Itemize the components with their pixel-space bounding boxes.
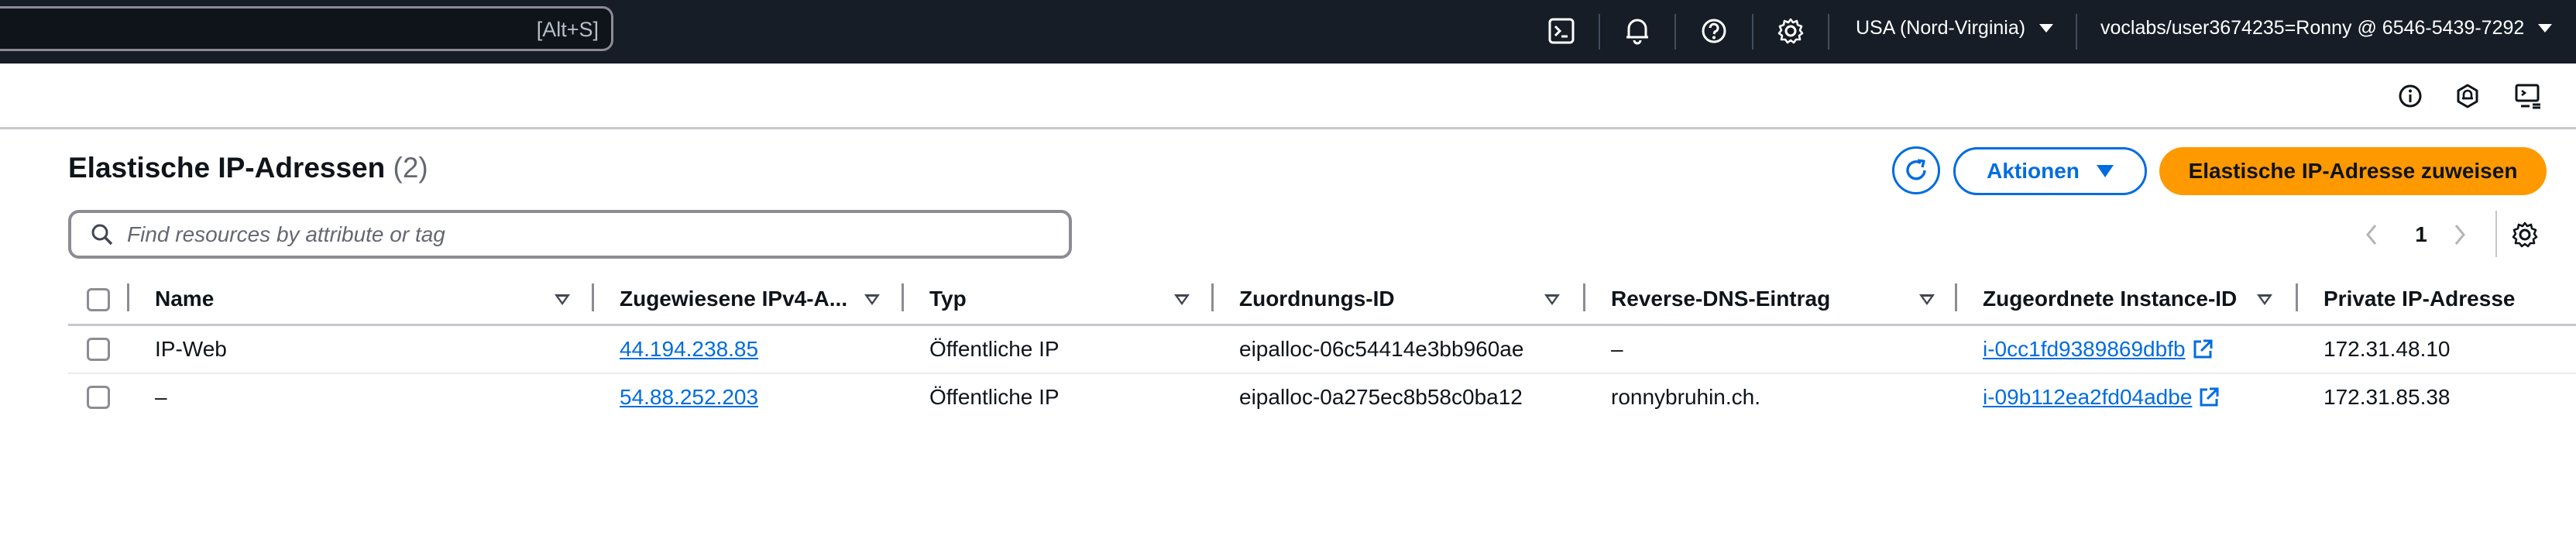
- chevron-right-icon: [2454, 225, 2465, 245]
- search-icon: [90, 222, 115, 247]
- caret-down-icon: [2096, 165, 2114, 177]
- allocate-label: Elastische IP-Adresse zuweisen: [2188, 159, 2518, 183]
- account-label: voclabs/user3674235=Ronny @ 6546-5439-72…: [2100, 17, 2525, 39]
- cell-allocation-id: eipalloc-06c54414e3bb960ae: [1239, 337, 1524, 361]
- column-header-allocation-id[interactable]: Zuordnungs-ID: [1239, 287, 1395, 311]
- actions-label: Aktionen: [1987, 159, 2080, 183]
- row-checkbox[interactable]: [87, 386, 110, 409]
- page-number-1[interactable]: 1: [2406, 217, 2437, 252]
- page-title: Elastische IP-Adressen (2): [68, 152, 428, 184]
- refresh-icon: [1906, 159, 1926, 180]
- table-row[interactable]: – 54.88.252.203 Öffentliche IP eipalloc-…: [68, 374, 2576, 421]
- cloudshell-icon[interactable]: [1546, 15, 1577, 46]
- column-resizer[interactable]: [2296, 283, 2298, 311]
- cell-type: Öffentliche IP: [929, 337, 1060, 361]
- gear-icon[interactable]: [1775, 15, 1806, 46]
- account-menu[interactable]: voclabs/user3674235=Ronny @ 6546-5439-72…: [2100, 17, 2553, 40]
- cell-reverse-dns: –: [1611, 337, 1623, 361]
- column-resizer[interactable]: [127, 283, 129, 311]
- resource-count: (2): [393, 152, 428, 184]
- global-search-input[interactable]: [Alt+S]: [0, 6, 613, 51]
- chevron-left-icon: [2366, 225, 2377, 245]
- topbar-divider: [1828, 14, 1829, 50]
- cell-instance-id-link[interactable]: i-0cc1fd9389869dbfb: [1983, 337, 2214, 362]
- actions-dropdown-button[interactable]: Aktionen: [1953, 147, 2147, 195]
- cell-name: IP-Web: [155, 337, 227, 361]
- resource-filter[interactable]: [68, 210, 1072, 259]
- cell-ipv4-link[interactable]: 44.194.238.85: [620, 337, 758, 362]
- allocate-elastic-ip-button[interactable]: Elastische IP-Adresse zuweisen: [2159, 147, 2547, 195]
- column-header-name[interactable]: Name: [155, 287, 214, 311]
- cell-allocation-id: eipalloc-0a275ec8b58c0ba12: [1239, 385, 1523, 409]
- sort-icon[interactable]: [1544, 294, 1560, 305]
- filter-input[interactable]: [125, 221, 981, 248]
- external-link-icon: [2200, 387, 2219, 407]
- column-header-private-ip[interactable]: Private IP-Adresse: [2324, 287, 2515, 311]
- column-resizer[interactable]: [902, 283, 904, 311]
- external-link-icon: [2193, 339, 2213, 359]
- utility-bar: [0, 64, 2576, 129]
- cell-reverse-dns: ronnybruhin.ch.: [1611, 385, 1761, 409]
- column-header-type[interactable]: Typ: [929, 287, 967, 311]
- topbar-divider: [2076, 14, 2077, 50]
- pagination-divider: [2495, 211, 2497, 257]
- feedback-icon[interactable]: [2512, 81, 2543, 112]
- select-all-checkbox[interactable]: [87, 288, 110, 311]
- help-icon[interactable]: [1698, 15, 1729, 46]
- column-header-instance-id[interactable]: Zugeordnete Instance-ID: [1983, 287, 2237, 311]
- info-icon[interactable]: [2395, 81, 2426, 112]
- top-navigation-bar: [Alt+S] USA (Nord-Virginia) voclabs/user…: [0, 0, 2576, 64]
- region-selector[interactable]: USA (Nord-Virginia): [1856, 17, 2054, 40]
- gear-icon: [2512, 222, 2538, 248]
- caret-down-icon: [2039, 24, 2054, 33]
- instance-id-text: i-09b112ea2fd04adbe: [1983, 385, 2193, 409]
- table-row[interactable]: IP-Web 44.194.238.85 Öffentliche IP eipa…: [68, 326, 2576, 374]
- instance-id-text: i-0cc1fd9389869dbfb: [1983, 337, 2186, 361]
- caret-down-icon: [2538, 24, 2553, 33]
- cell-private-ip: 172.31.48.10: [2324, 337, 2451, 361]
- cell-instance-id-link[interactable]: i-09b112ea2fd04adbe: [1983, 385, 2220, 410]
- column-resizer[interactable]: [1211, 283, 1214, 311]
- column-header-ipv4[interactable]: Zugewiesene IPv4-A...: [620, 287, 847, 311]
- cell-type: Öffentliche IP: [929, 385, 1060, 409]
- topbar-divider: [1599, 14, 1600, 50]
- sort-icon[interactable]: [864, 294, 880, 305]
- previous-page-button[interactable]: [2359, 217, 2384, 252]
- notifications-icon[interactable]: [2452, 81, 2483, 112]
- refresh-button[interactable]: [1892, 146, 1940, 194]
- cell-private-ip: 172.31.85.38: [2324, 385, 2451, 409]
- sort-icon[interactable]: [1174, 294, 1190, 305]
- cell-ipv4-link[interactable]: 54.88.252.203: [620, 385, 758, 410]
- table-header: Name Zugewiesene IPv4-A... Typ Zuordnung…: [68, 276, 2576, 326]
- region-label: USA (Nord-Virginia): [1856, 17, 2026, 39]
- column-resizer[interactable]: [592, 283, 594, 311]
- sort-icon[interactable]: [2257, 294, 2272, 305]
- column-resizer[interactable]: [1955, 283, 1957, 311]
- column-header-reverse-dns[interactable]: Reverse-DNS-Eintrag: [1611, 287, 1830, 311]
- sort-icon[interactable]: [1919, 294, 1935, 305]
- sort-icon[interactable]: [555, 294, 570, 305]
- row-checkbox[interactable]: [87, 338, 110, 361]
- next-page-button[interactable]: [2447, 217, 2472, 252]
- page-title-text: Elastische IP-Adressen: [68, 152, 386, 184]
- table-preferences-button[interactable]: [2508, 217, 2542, 252]
- cell-name: –: [155, 385, 167, 409]
- column-resizer[interactable]: [1583, 283, 1585, 311]
- search-shortcut-hint: [Alt+S]: [536, 18, 599, 41]
- bell-icon[interactable]: [1622, 15, 1653, 46]
- topbar-divider: [1674, 14, 1676, 50]
- topbar-divider: [1752, 14, 1753, 50]
